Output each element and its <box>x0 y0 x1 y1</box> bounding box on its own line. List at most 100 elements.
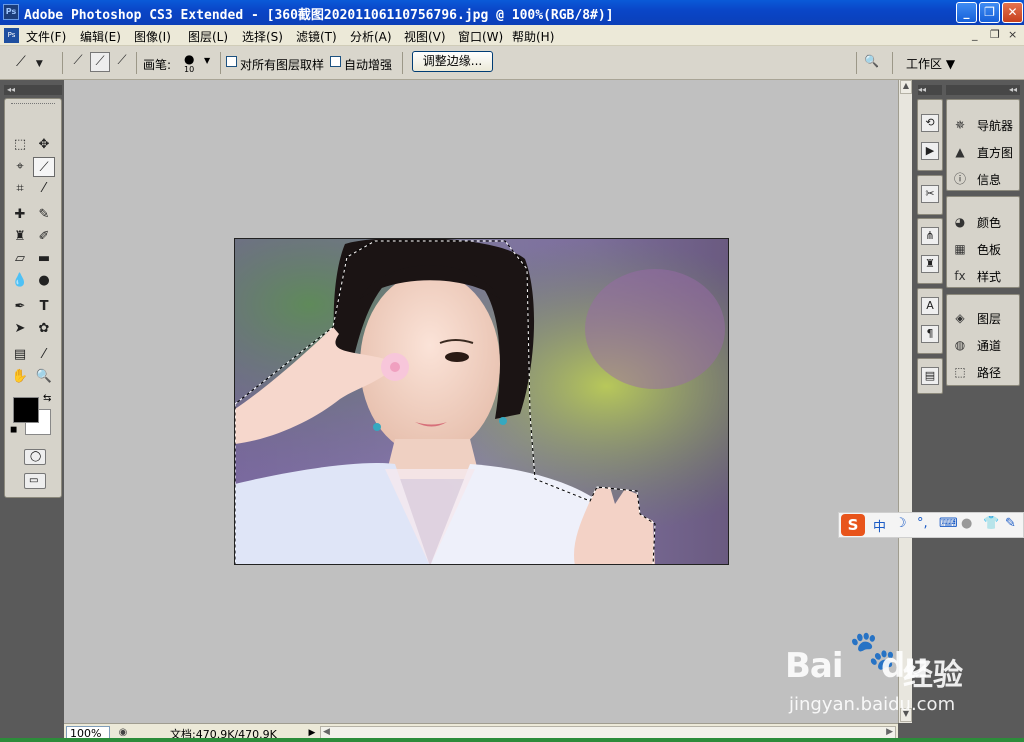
doc-close-button[interactable]: × <box>1008 28 1017 41</box>
gradient-tool[interactable]: ▬ <box>33 249 55 269</box>
layer-comps-button[interactable]: ▤ <box>921 367 939 385</box>
toolbox-collapse-handle[interactable]: ◂◂ <box>4 85 62 95</box>
history-panel-button[interactable]: ⟲ <box>921 114 939 132</box>
menu-file[interactable]: 文件(F) <box>26 28 66 45</box>
minimize-button[interactable]: _ <box>956 2 977 23</box>
chevron-down-icon: ▼ <box>204 56 211 65</box>
doc-minimize-button[interactable]: _ <box>972 28 978 41</box>
panel-tab-histogram[interactable]: ▲ 直方图 <box>951 141 1019 163</box>
menu-filter[interactable]: 滤镜(T) <box>296 28 337 45</box>
restore-button[interactable]: ❐ <box>979 2 1000 23</box>
skin-icon[interactable]: 👕 <box>983 516 999 531</box>
crop-tool[interactable]: ⌗ <box>9 179 31 199</box>
paragraph-panel-button[interactable]: ¶ <box>921 325 939 343</box>
swap-colors-icon[interactable]: ⇆ <box>43 393 51 404</box>
new-selection-mode[interactable]: ⟋ <box>68 52 88 72</box>
auto-enhance-checkbox[interactable] <box>330 56 341 67</box>
brushes-panel-button[interactable]: ⋔ <box>921 227 939 245</box>
move-tool[interactable]: ✥ <box>33 135 55 155</box>
panel-tab-info[interactable]: ⓘ 信息 <box>951 168 1019 190</box>
panel-tab-channels[interactable]: ◍ 通道 <box>951 334 1019 356</box>
image-canvas[interactable] <box>234 238 729 565</box>
quick-mask-icon: ◯ <box>30 451 42 462</box>
eraser-tool[interactable]: ▱ <box>9 249 31 269</box>
panel-tab-swatches[interactable]: ▦ 色板 <box>951 238 1019 260</box>
panel-tab-paths[interactable]: ⬚ 路径 <box>951 361 1019 383</box>
separator <box>136 52 137 74</box>
blur-tool[interactable]: 💧 <box>9 271 31 291</box>
hand-tool[interactable]: ✋ <box>9 367 31 387</box>
ime-mode[interactable]: 中 <box>873 516 886 535</box>
workspace-menu[interactable]: 工作区 ▼ <box>906 55 955 72</box>
user-icon[interactable]: ● <box>961 516 972 531</box>
lasso-tool[interactable]: ⌖ <box>9 157 31 177</box>
brush-picker[interactable]: ● 10 ▼ <box>180 52 210 76</box>
brush-tool[interactable]: ✎ <box>33 205 55 225</box>
eraser-icon: ▱ <box>15 251 25 266</box>
icon-dock-collapse-handle[interactable]: ◂◂ <box>918 85 942 95</box>
menu-edit[interactable]: 编辑(E) <box>80 28 121 45</box>
eyedropper-tool[interactable]: ⁄ <box>33 345 55 365</box>
quick-mask-button[interactable]: ◯ <box>24 449 46 465</box>
history-brush-tool[interactable]: ✐ <box>33 227 55 247</box>
panel-tab-color[interactable]: ◕ 颜色 <box>951 211 1019 233</box>
scroll-up-arrow[interactable]: ▲ <box>900 80 912 94</box>
type-tool[interactable]: T <box>33 297 55 317</box>
menu-select[interactable]: 选择(S) <box>242 28 283 45</box>
panel-tab-layers[interactable]: ◈ 图层 <box>951 307 1019 329</box>
menu-window[interactable]: 窗口(W) <box>458 28 503 45</box>
panel-dock-collapse-handle[interactable]: ◂◂ <box>946 85 1020 95</box>
actions-panel-button[interactable]: ▶ <box>921 142 939 160</box>
tool-preset-picker[interactable]: ⟋ ▼ <box>16 54 43 70</box>
marquee-tool[interactable]: ⬚ <box>9 135 31 155</box>
close-button[interactable]: ✕ <box>1002 2 1023 23</box>
panel-label: 信息 <box>977 173 1002 187</box>
tool-presets-button[interactable]: ✂ <box>921 185 939 203</box>
document-icon[interactable]: Ps <box>4 28 19 43</box>
screen-mode-button[interactable]: ▭ <box>24 473 46 489</box>
bridge-icon: 🔍 <box>864 54 879 68</box>
dodge-tool[interactable]: ● <box>33 271 55 291</box>
sogou-logo[interactable]: S <box>841 514 865 536</box>
menu-image[interactable]: 图像(I) <box>134 28 171 45</box>
add-to-selection-mode[interactable]: ⟋ <box>90 52 110 72</box>
sample-all-layers-checkbox[interactable] <box>226 56 237 67</box>
toolbox-grip[interactable] <box>11 103 55 105</box>
menu-help[interactable]: 帮助(H) <box>512 28 554 45</box>
menu-view[interactable]: 视图(V) <box>404 28 446 45</box>
subtract-from-selection-mode[interactable]: ⟋ <box>112 52 132 72</box>
foreground-color-swatch[interactable] <box>13 397 39 423</box>
default-colors-icon[interactable]: ◼ <box>10 425 17 435</box>
bridge-button[interactable]: 🔍 <box>864 54 886 72</box>
clone-stamp-tool[interactable]: ♜ <box>9 227 31 247</box>
clone-source-button[interactable]: ♜ <box>921 255 939 273</box>
zoom-tool[interactable]: 🔍 <box>33 367 55 387</box>
refine-edge-button[interactable]: 调整边缘... <box>412 51 493 72</box>
menu-analysis[interactable]: 分析(A) <box>350 28 392 45</box>
chevron-right-icon[interactable]: ▶ <box>886 727 893 737</box>
shape-tool[interactable]: ✿ <box>33 319 55 339</box>
pen-tool[interactable]: ✒ <box>9 297 31 317</box>
healing-brush-tool[interactable]: ✚ <box>9 205 31 225</box>
panel-tab-styles[interactable]: fx 样式 <box>951 265 1019 287</box>
quick-selection-tool[interactable]: ⟋ <box>33 157 55 177</box>
path-selection-tool[interactable]: ➤ <box>9 319 31 339</box>
brush-size: 10 <box>184 65 195 74</box>
chevron-left-icon[interactable]: ◀ <box>323 727 330 737</box>
notes-tool[interactable]: ▤ <box>9 345 31 365</box>
punctuation-icon[interactable]: °, <box>917 516 928 531</box>
brush-add-icon: ⟋ <box>95 54 105 69</box>
scroll-down-arrow[interactable]: ▼ <box>900 708 912 722</box>
layer-comps-icon: ▤ <box>924 369 936 382</box>
keyboard-icon[interactable]: ⌨ <box>939 516 958 531</box>
doc-restore-button[interactable]: ❐ <box>990 28 1000 41</box>
photoshop-app-icon[interactable]: Ps <box>3 4 19 20</box>
slice-tool[interactable]: ⁄ <box>33 179 55 199</box>
moon-icon[interactable]: ☽ <box>895 516 907 531</box>
panel-tab-navigator[interactable]: ✵ 导航器 <box>951 114 1019 136</box>
wrench-icon[interactable]: ✎ <box>1005 516 1016 531</box>
menu-layer[interactable]: 图层(L) <box>188 28 228 45</box>
panel-group-layers: ◈ 图层 ◍ 通道 ⬚ 路径 <box>946 294 1020 386</box>
vertical-scrollbar[interactable]: ▲ ▼ <box>898 80 912 723</box>
character-panel-button[interactable]: A <box>921 297 939 315</box>
